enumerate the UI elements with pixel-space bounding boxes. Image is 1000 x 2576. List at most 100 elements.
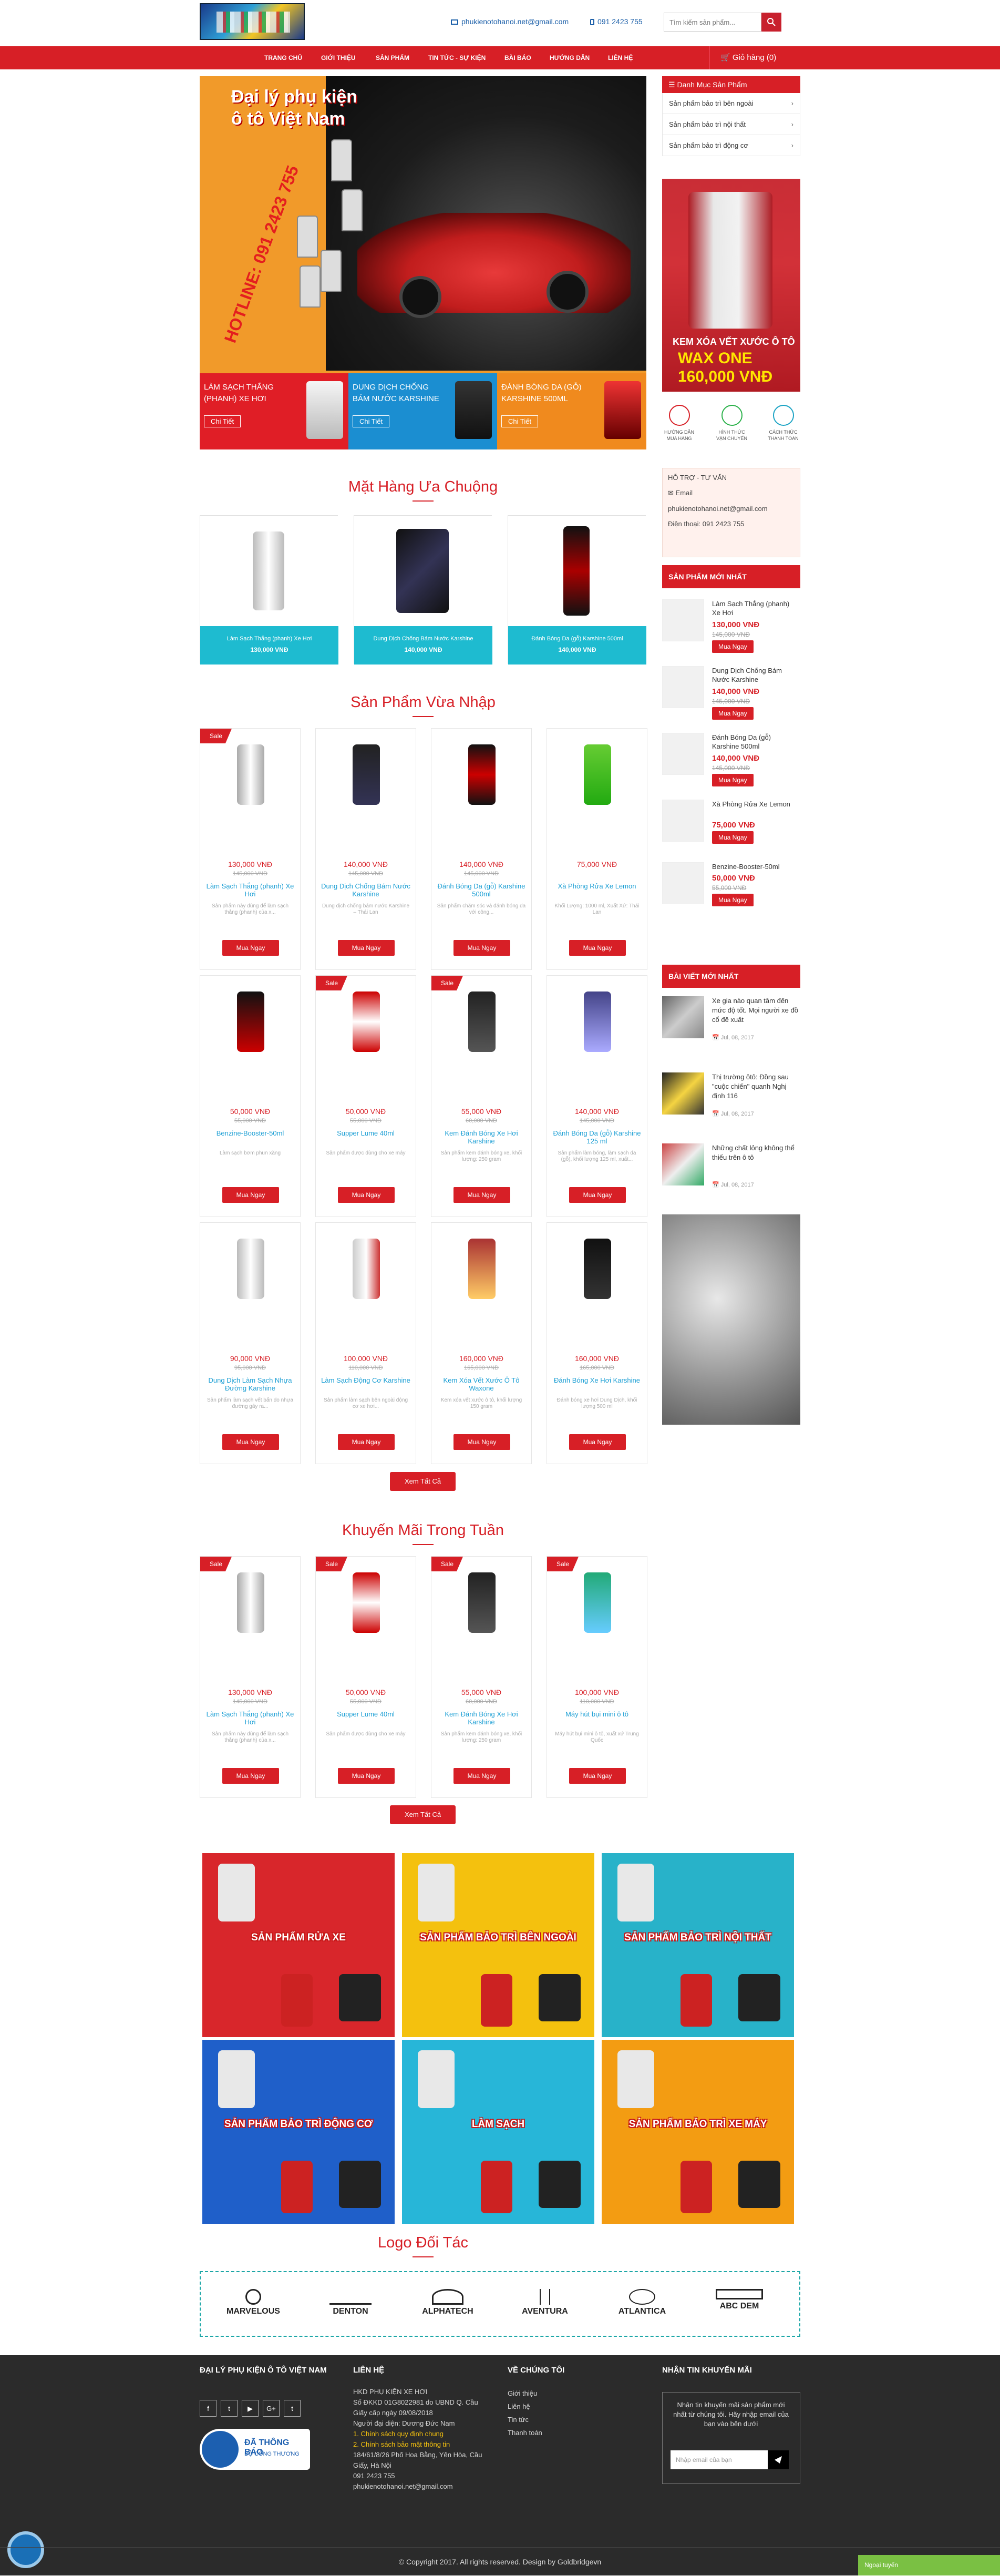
product-card[interactable]: 160,000 VNĐ 165,000 VNĐ Kem Xóa Vết Xước Ô… [431, 1222, 532, 1464]
product-image[interactable] [200, 516, 338, 626]
product-card[interactable]: Sale 100,000 VNĐ 110,000 VNĐ Máy hút bụi mi… [547, 1556, 647, 1798]
product-card[interactable]: 140,000 VNĐ 145,000 VNĐ Dung Dịch Chống Bá… [315, 728, 416, 970]
product-name[interactable]: Benzine-Booster-50ml [205, 1129, 295, 1137]
buy-now-button[interactable]: Mua Ngay [453, 1187, 510, 1203]
partner-logo-atlantica[interactable]: ATLANTICA [600, 2289, 684, 2321]
policy-link-privacy[interactable]: 2. Chính sách bảo mật thông tin [353, 2439, 490, 2450]
post-item[interactable]: Những chất lỏng không thể thiếu trên ô t… [662, 1143, 800, 1201]
product-image[interactable] [558, 1562, 637, 1641]
featured-product[interactable]: Làm Sạch Thắng (phanh) Xe Hơi 130,000 VNĐ [200, 515, 338, 665]
product-image[interactable] [211, 734, 291, 813]
nav-guide[interactable]: Hướng dẫn [550, 46, 590, 69]
product-name[interactable]: Làm Sạch Thắng (phanh) Xe Hơi [200, 636, 338, 642]
product-name[interactable]: Kem Đánh Bóng Xe Hơi Karshine [437, 1710, 526, 1726]
buy-now-button[interactable]: Mua Ngay [712, 894, 754, 906]
product-name[interactable]: Đánh Bóng Da (gỗ) Karshine 500ml [437, 882, 526, 898]
partner-logo-aventura[interactable]: AVENTURA [503, 2289, 587, 2321]
product-image[interactable] [354, 516, 492, 626]
product-image[interactable] [211, 1562, 291, 1641]
product-card[interactable]: Sale 130,000 VNĐ 145,000 VNĐ Làm Sạch Thắng… [200, 1556, 301, 1798]
post-thumbnail[interactable] [662, 1072, 704, 1115]
post-thumbnail[interactable] [662, 996, 704, 1038]
promo-brake-cleaner[interactable]: LÀM SẠCH THẮNG (PHANH) XE HƠI Chi Tiết [200, 373, 348, 449]
product-card[interactable]: 140,000 VNĐ 145,000 VNĐ Đánh Bóng Da (gỗ) … [431, 728, 532, 970]
nav-news[interactable]: Tin tức - Sự kiện [428, 46, 486, 69]
google-plus-icon[interactable]: G+ [263, 2400, 280, 2417]
sidebar-waxone-banner[interactable]: KEM XÓA VẾT XƯỚC Ô TÔ WAX ONE 160,000 VN… [662, 179, 800, 392]
site-logo[interactable] [200, 3, 305, 40]
product-card[interactable]: Sale 50,000 VNĐ 55,000 VNĐ Supper Lume 40ml… [315, 1556, 416, 1798]
product-name[interactable]: Xà Phòng Rửa Xe Lemon [712, 800, 799, 809]
category-tile[interactable]: SẢN PHẨM BẢO TRÌ BÊN NGOÀI [402, 1853, 594, 2037]
product-card[interactable]: 50,000 VNĐ 55,000 VNĐ Benzine-Booster-50ml… [200, 975, 301, 1217]
product-name[interactable]: Đánh Bóng Da (gỗ) Karshine 500ml [712, 733, 799, 751]
buy-now-button[interactable]: Mua Ngay [712, 774, 754, 786]
partner-logo-abcdem[interactable]: ABC DEM [697, 2289, 781, 2321]
promo-detail-button[interactable]: Chi Tiết [501, 415, 539, 427]
buy-now-button[interactable]: Mua Ngay [453, 940, 510, 956]
category-item-interior[interactable]: Sản phẩm bảo trì nội thất [662, 114, 800, 135]
product-name[interactable]: Đánh Bóng Da (gỗ) Karshine 125 ml [552, 1129, 642, 1145]
product-card[interactable]: Sale 55,000 VNĐ 60,000 VNĐ Kem Đánh Bóng Xe… [431, 975, 532, 1217]
product-name[interactable]: Kem Xóa Vết Xước Ô Tô Waxone [437, 1376, 526, 1392]
footer-phone[interactable]: 091 2423 755 [353, 2471, 490, 2481]
product-image[interactable] [211, 1228, 291, 1307]
footer-link-contact[interactable]: Liên hệ [508, 2403, 530, 2410]
buy-now-button[interactable]: Mua Ngay [453, 1768, 510, 1784]
newsletter-email-input[interactable]: Nhập email của bạn [671, 2450, 768, 2469]
product-name[interactable]: Benzine-Booster-50ml [712, 862, 799, 871]
new-product-item[interactable]: Benzine-Booster-50ml 50,000 VNĐ 55,000 V… [662, 862, 800, 915]
buy-now-button[interactable]: Mua Ngay [222, 1187, 279, 1203]
search-button[interactable] [761, 13, 781, 32]
post-item[interactable]: Thị trường ôtô: Đồng sau "cuộc chiến" qu… [662, 1072, 800, 1130]
new-product-item[interactable]: Đánh Bóng Da (gỗ) Karshine 500ml 140,000… [662, 733, 800, 786]
partner-logo-marvelous[interactable]: MARVELOUS [211, 2289, 295, 2321]
product-name[interactable]: Làm Sạch Thắng (phanh) Xe Hơi [205, 882, 295, 898]
buy-now-button[interactable]: Mua Ngay [569, 1187, 626, 1203]
featured-product[interactable]: Đánh Bóng Da (gỗ) Karshine 500ml 140,000 … [508, 515, 646, 665]
product-image[interactable] [326, 1228, 406, 1307]
product-card[interactable]: 75,000 VNĐ Xà Phòng Rửa Xe Lemon Khối Lượn… [547, 728, 647, 970]
nav-contact[interactable]: Liên hệ [608, 46, 633, 69]
product-image[interactable] [558, 981, 637, 1060]
product-name[interactable]: Đánh Bóng Da (gỗ) Karshine 500ml [508, 636, 646, 642]
new-product-item[interactable]: Xà Phòng Rửa Xe Lemon 75,000 VNĐ Mua Nga… [662, 800, 800, 852]
category-tile[interactable]: SẢN PHẨM BẢO TRÌ ĐỘNG CƠ [202, 2040, 395, 2224]
header-email[interactable]: phukienotohanoi.net@gmail.com [451, 17, 569, 26]
product-image[interactable] [211, 981, 291, 1060]
buy-now-button[interactable]: Mua Ngay [338, 940, 395, 956]
product-card[interactable]: 160,000 VNĐ 165,000 VNĐ Đánh Bóng Xe Hơi K… [547, 1222, 647, 1464]
product-name[interactable]: Máy hút bụi mini ô tô [552, 1710, 642, 1718]
view-all-weekly-button[interactable]: Xem Tất Cả [390, 1805, 456, 1824]
product-name[interactable]: Làm Sạch Động Cơ Karshine [321, 1376, 410, 1384]
buy-now-button[interactable]: Mua Ngay [338, 1768, 395, 1784]
category-tile[interactable]: SẢN PHẨM BẢO TRÌ XE MÁY [602, 2040, 794, 2224]
buy-now-button[interactable]: Mua Ngay [712, 831, 754, 844]
product-image[interactable] [508, 516, 646, 626]
buy-now-button[interactable]: Mua Ngay [222, 940, 279, 956]
buy-now-button[interactable]: Mua Ngay [453, 1434, 510, 1450]
buy-now-button[interactable]: Mua Ngay [338, 1434, 395, 1450]
product-name[interactable]: Xà Phòng Rửa Xe Lemon [552, 882, 642, 890]
post-title[interactable]: Thị trường ôtô: Đồng sau "cuộc chiến" qu… [712, 1072, 799, 1101]
product-image[interactable] [442, 1562, 522, 1641]
footer-link-payment[interactable]: Thanh toán [508, 2429, 542, 2437]
promo-leather-polish[interactable]: ĐÁNH BÓNG DA (GỖ) KARSHINE 500ML Chi Tiế… [497, 373, 646, 449]
auto-parts-banner[interactable] [662, 1214, 800, 1425]
partner-logo-alphatech[interactable]: ALPHATECH [406, 2289, 490, 2321]
product-image[interactable] [326, 1562, 406, 1641]
product-name[interactable]: Supper Lume 40ml [321, 1710, 410, 1718]
ministry-registered-badge[interactable]: ĐÃ THÔNG BÁO BỘ CÔNG THƯƠNG [200, 2429, 310, 2470]
post-title[interactable]: Xe gia nào quan tâm đến mức độ tốt. Mọi … [712, 996, 799, 1025]
facebook-icon[interactable]: f [200, 2400, 217, 2417]
policy-buying-guide[interactable]: HƯỚNG DẪN MUA HÀNG [662, 405, 696, 442]
product-name[interactable]: Supper Lume 40ml [321, 1129, 410, 1137]
product-card[interactable]: Sale 55,000 VNĐ 60,000 VNĐ Kem Đánh Bóng Xe… [431, 1556, 532, 1798]
nav-products[interactable]: Sản phẩm [376, 46, 409, 69]
partner-logo-denton[interactable]: DENTON [308, 2289, 393, 2321]
buy-now-button[interactable]: Mua Ngay [712, 707, 754, 720]
buy-now-button[interactable]: Mua Ngay [222, 1768, 279, 1784]
buy-now-button[interactable]: Mua Ngay [569, 1768, 626, 1784]
category-tile[interactable]: LÀM SẠCH [402, 2040, 594, 2224]
nav-articles[interactable]: Bài báo [504, 46, 531, 69]
